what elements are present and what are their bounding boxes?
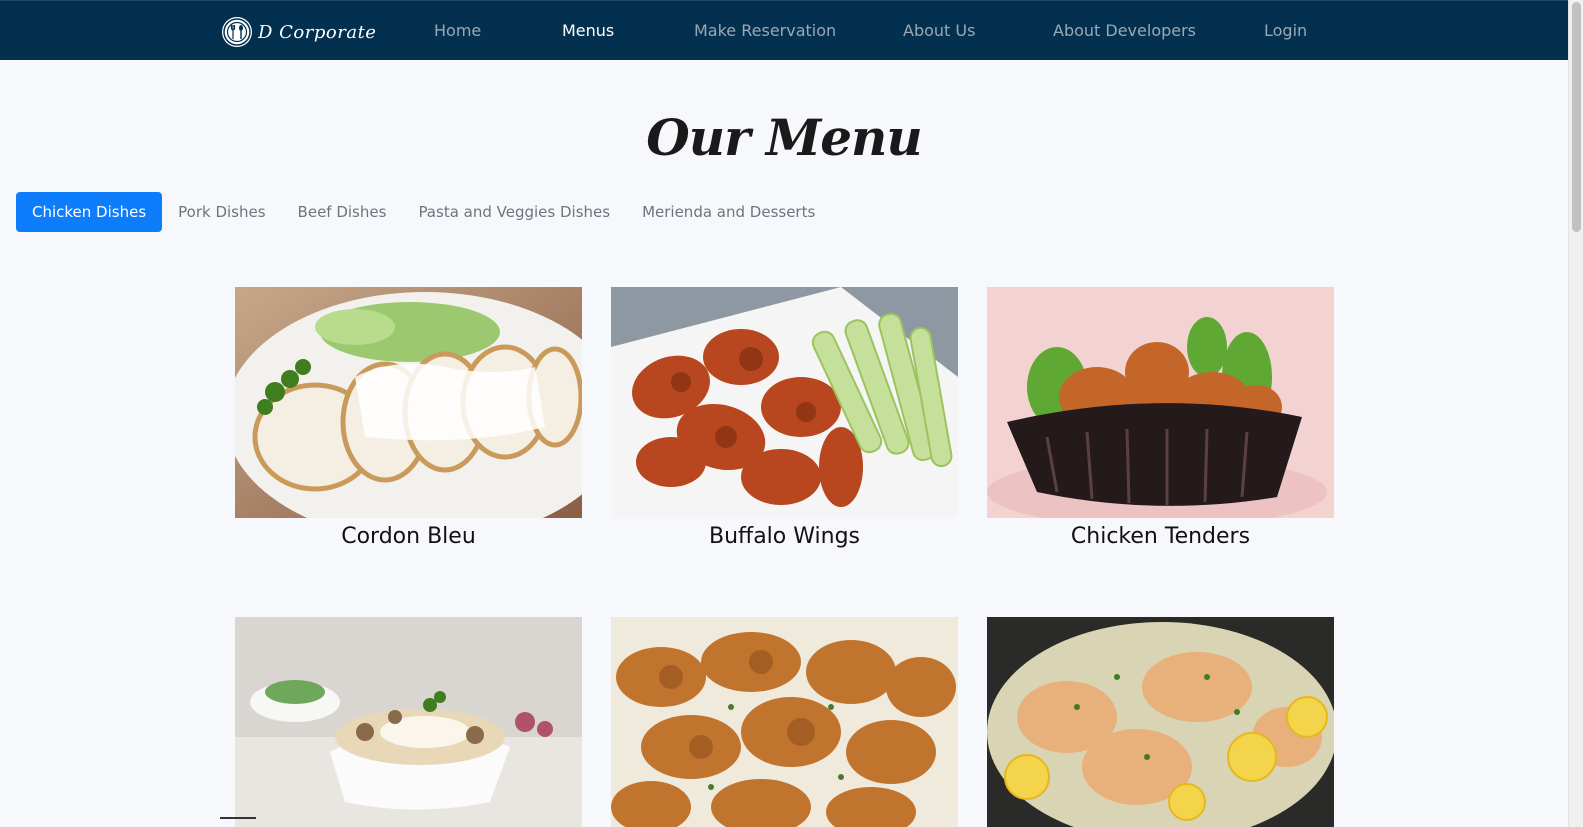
dish-image [987, 617, 1334, 827]
dish-card[interactable]: Chicken Tenders [987, 287, 1334, 549]
dish-card[interactable] [611, 617, 958, 827]
vertical-scrollbar[interactable] [1568, 0, 1583, 827]
dish-card[interactable] [987, 617, 1334, 827]
page-edge-marker [220, 817, 256, 819]
dish-image [235, 617, 582, 827]
dish-name: Chicken Tenders [1070, 524, 1251, 549]
fork-spoon-plate-icon [222, 17, 252, 47]
dish-name: Cordon Bleu [341, 524, 476, 549]
tab-beef-dishes[interactable]: Beef Dishes [282, 192, 403, 232]
dish-image [987, 287, 1334, 518]
menu-category-tabs: Chicken Dishes Pork Dishes Beef Dishes P… [16, 192, 831, 232]
nav-make-reservation[interactable]: Make Reservation [694, 21, 836, 40]
tab-chicken-dishes[interactable]: Chicken Dishes [16, 192, 163, 232]
dish-name: Buffalo Wings [709, 524, 860, 549]
nav-about-us[interactable]: About Us [903, 21, 975, 40]
dish-card[interactable] [235, 617, 582, 827]
dish-image [235, 287, 582, 518]
nav-home[interactable]: Home [434, 21, 481, 40]
dish-image [611, 617, 958, 827]
tab-pork-dishes[interactable]: Pork Dishes [162, 192, 281, 232]
top-navbar: D Corporate Home Menus Make Reservation … [0, 0, 1568, 60]
dish-card[interactable]: Cordon Bleu [235, 287, 582, 549]
tab-pasta-veggies-dishes[interactable]: Pasta and Veggies Dishes [402, 192, 626, 232]
nav-login[interactable]: Login [1264, 21, 1307, 40]
nav-about-developers[interactable]: About Developers [1053, 21, 1196, 40]
page-title: Our Menu [646, 108, 923, 167]
scrollbar-thumb[interactable] [1572, 2, 1581, 232]
brand-name: D Corporate [258, 21, 377, 43]
tab-merienda-desserts[interactable]: Merienda and Desserts [626, 192, 831, 232]
brand[interactable]: D Corporate [222, 17, 376, 47]
dish-image [611, 287, 958, 518]
dish-card[interactable]: Buffalo Wings [611, 287, 958, 549]
nav-menus[interactable]: Menus [562, 21, 614, 40]
